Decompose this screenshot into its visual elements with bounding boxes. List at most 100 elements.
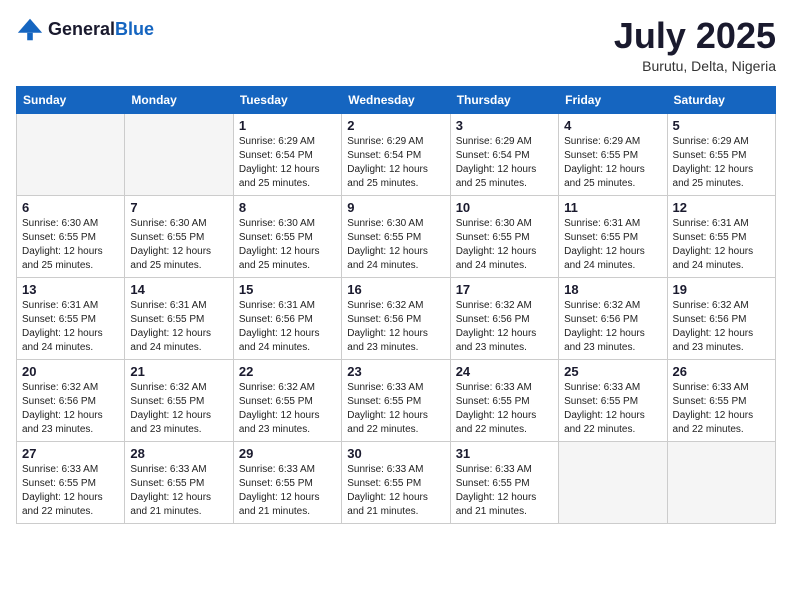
day-number: 31 — [456, 446, 553, 461]
day-cell: 7Sunrise: 6:30 AM Sunset: 6:55 PM Daylig… — [125, 195, 233, 277]
week-row-2: 6 Sunrise: 6:30 AM Sunset: 6:55 PM Daylig… — [17, 195, 776, 277]
day-info: Sunrise: 6:33 AM Sunset: 6:55 PM Dayligh… — [239, 463, 336, 519]
day-cell: 3 Sunrise: 6:29 AM Sunset: 6:54 PM Daylig… — [450, 113, 558, 195]
day-number: 16 — [347, 282, 444, 297]
col-header-friday: Friday — [559, 86, 667, 113]
day-info: Sunrise: 6:33 AM Sunset: 6:55 PM Dayligh… — [456, 463, 553, 519]
week-row-4: 20 Sunrise: 6:32 AM Sunset: 6:56 PM Dayli… — [17, 359, 776, 441]
day-cell: 26 Sunrise: 6:33 AM Sunset: 6:55 PM Dayli… — [667, 359, 775, 441]
day-number: 4 — [564, 118, 661, 133]
day-cell: 14 Sunrise: 6:31 AM Sunset: 6:55 PM Dayli… — [125, 277, 233, 359]
day-cell: 21 Sunrise: 6:32 AM Sunset: 6:55 PM Dayli… — [125, 359, 233, 441]
day-number: 28 — [130, 446, 227, 461]
logo-general: GeneralBlue — [48, 20, 154, 40]
day-cell: 22 Sunrise: 6:32 AM Sunset: 6:55 PM Dayli… — [233, 359, 341, 441]
day-cell: 18 Sunrise: 6:32 AM Sunset: 6:56 PM Dayli… — [559, 277, 667, 359]
day-cell: 16Sunrise: 6:32 AM Sunset: 6:56 PM Dayli… — [342, 277, 450, 359]
day-info: Sunrise: 6:32 AM Sunset: 6:56 PM Dayligh… — [564, 299, 661, 355]
logo-icon — [16, 16, 44, 44]
day-info: Sunrise: 6:30 AM Sunset: 6:55 PM Dayligh… — [456, 217, 553, 273]
day-info: Sunrise: 6:31 AM Sunset: 6:55 PM Dayligh… — [130, 299, 227, 355]
week-row-5: 27Sunrise: 6:33 AM Sunset: 6:55 PM Dayli… — [17, 441, 776, 523]
day-info: Sunrise: 6:29 AM Sunset: 6:55 PM Dayligh… — [673, 135, 770, 191]
day-number: 7 — [130, 200, 227, 215]
day-cell: 12 Sunrise: 6:31 AM Sunset: 6:55 PM Dayli… — [667, 195, 775, 277]
day-info: Sunrise: 6:33 AM Sunset: 6:55 PM Dayligh… — [130, 463, 227, 519]
day-number: 25 — [564, 364, 661, 379]
day-cell: 17Sunrise: 6:32 AM Sunset: 6:56 PM Dayli… — [450, 277, 558, 359]
day-number: 20 — [22, 364, 119, 379]
day-number: 29 — [239, 446, 336, 461]
day-cell: 27Sunrise: 6:33 AM Sunset: 6:55 PM Dayli… — [17, 441, 125, 523]
logo: GeneralBlue — [16, 16, 154, 44]
day-number: 2 — [347, 118, 444, 133]
day-cell: 8Sunrise: 6:30 AM Sunset: 6:55 PM Daylig… — [233, 195, 341, 277]
day-cell — [559, 441, 667, 523]
day-number: 23 — [347, 364, 444, 379]
day-info: Sunrise: 6:32 AM Sunset: 6:56 PM Dayligh… — [22, 381, 119, 437]
day-info: Sunrise: 6:32 AM Sunset: 6:55 PM Dayligh… — [130, 381, 227, 437]
day-info: Sunrise: 6:33 AM Sunset: 6:55 PM Dayligh… — [564, 381, 661, 437]
day-info: Sunrise: 6:31 AM Sunset: 6:56 PM Dayligh… — [239, 299, 336, 355]
day-cell: 13Sunrise: 6:31 AM Sunset: 6:55 PM Dayli… — [17, 277, 125, 359]
day-info: Sunrise: 6:33 AM Sunset: 6:55 PM Dayligh… — [347, 463, 444, 519]
col-header-monday: Monday — [125, 86, 233, 113]
day-cell: 25 Sunrise: 6:33 AM Sunset: 6:55 PM Dayli… — [559, 359, 667, 441]
day-number: 5 — [673, 118, 770, 133]
day-info: Sunrise: 6:32 AM Sunset: 6:55 PM Dayligh… — [239, 381, 336, 437]
day-cell: 5 Sunrise: 6:29 AM Sunset: 6:55 PM Daylig… — [667, 113, 775, 195]
day-cell: 15Sunrise: 6:31 AM Sunset: 6:56 PM Dayli… — [233, 277, 341, 359]
col-header-tuesday: Tuesday — [233, 86, 341, 113]
day-cell: 4Sunrise: 6:29 AM Sunset: 6:55 PM Daylig… — [559, 113, 667, 195]
day-cell: 9Sunrise: 6:30 AM Sunset: 6:55 PM Daylig… — [342, 195, 450, 277]
header: GeneralBlue July 2025 Burutu, Delta, Nig… — [16, 16, 776, 74]
day-number: 21 — [130, 364, 227, 379]
day-cell: 23Sunrise: 6:33 AM Sunset: 6:55 PM Dayli… — [342, 359, 450, 441]
title-area: July 2025 Burutu, Delta, Nigeria — [614, 16, 776, 74]
day-cell: 19 Sunrise: 6:32 AM Sunset: 6:56 PM Dayli… — [667, 277, 775, 359]
day-info: Sunrise: 6:33 AM Sunset: 6:55 PM Dayligh… — [673, 381, 770, 437]
day-number: 14 — [130, 282, 227, 297]
week-row-3: 13Sunrise: 6:31 AM Sunset: 6:55 PM Dayli… — [17, 277, 776, 359]
day-info: Sunrise: 6:33 AM Sunset: 6:55 PM Dayligh… — [456, 381, 553, 437]
day-number: 17 — [456, 282, 553, 297]
day-number: 11 — [564, 200, 661, 215]
day-cell: 28 Sunrise: 6:33 AM Sunset: 6:55 PM Dayli… — [125, 441, 233, 523]
col-header-saturday: Saturday — [667, 86, 775, 113]
day-info: Sunrise: 6:31 AM Sunset: 6:55 PM Dayligh… — [673, 217, 770, 273]
day-number: 19 — [673, 282, 770, 297]
location: Burutu, Delta, Nigeria — [614, 58, 776, 74]
day-info: Sunrise: 6:29 AM Sunset: 6:54 PM Dayligh… — [239, 135, 336, 191]
day-cell: 20 Sunrise: 6:32 AM Sunset: 6:56 PM Dayli… — [17, 359, 125, 441]
day-cell: 1 Sunrise: 6:29 AM Sunset: 6:54 PM Daylig… — [233, 113, 341, 195]
day-cell: 11 Sunrise: 6:31 AM Sunset: 6:55 PM Dayli… — [559, 195, 667, 277]
day-number: 22 — [239, 364, 336, 379]
day-number: 1 — [239, 118, 336, 133]
day-number: 26 — [673, 364, 770, 379]
day-cell: 29 Sunrise: 6:33 AM Sunset: 6:55 PM Dayli… — [233, 441, 341, 523]
day-cell — [17, 113, 125, 195]
day-cell: 2 Sunrise: 6:29 AM Sunset: 6:54 PM Daylig… — [342, 113, 450, 195]
day-cell — [667, 441, 775, 523]
day-info: Sunrise: 6:29 AM Sunset: 6:54 PM Dayligh… — [347, 135, 444, 191]
day-number: 6 — [22, 200, 119, 215]
calendar-table: SundayMondayTuesdayWednesdayThursdayFrid… — [16, 86, 776, 524]
day-info: Sunrise: 6:31 AM Sunset: 6:55 PM Dayligh… — [22, 299, 119, 355]
day-info: Sunrise: 6:29 AM Sunset: 6:54 PM Dayligh… — [456, 135, 553, 191]
header-row: SundayMondayTuesdayWednesdayThursdayFrid… — [17, 86, 776, 113]
day-cell: 6Sunrise: 6:30 AM Sunset: 6:55 PM Daylig… — [17, 195, 125, 277]
week-row-1: 1 Sunrise: 6:29 AM Sunset: 6:54 PM Daylig… — [17, 113, 776, 195]
day-cell: 30Sunrise: 6:33 AM Sunset: 6:55 PM Dayli… — [342, 441, 450, 523]
day-cell: 10Sunrise: 6:30 AM Sunset: 6:55 PM Dayli… — [450, 195, 558, 277]
day-number: 18 — [564, 282, 661, 297]
day-cell — [125, 113, 233, 195]
day-info: Sunrise: 6:32 AM Sunset: 6:56 PM Dayligh… — [673, 299, 770, 355]
month-title: July 2025 — [614, 16, 776, 56]
day-info: Sunrise: 6:31 AM Sunset: 6:55 PM Dayligh… — [564, 217, 661, 273]
day-number: 9 — [347, 200, 444, 215]
day-number: 24 — [456, 364, 553, 379]
day-number: 8 — [239, 200, 336, 215]
day-number: 12 — [673, 200, 770, 215]
day-number: 3 — [456, 118, 553, 133]
day-cell: 24 Sunrise: 6:33 AM Sunset: 6:55 PM Dayli… — [450, 359, 558, 441]
